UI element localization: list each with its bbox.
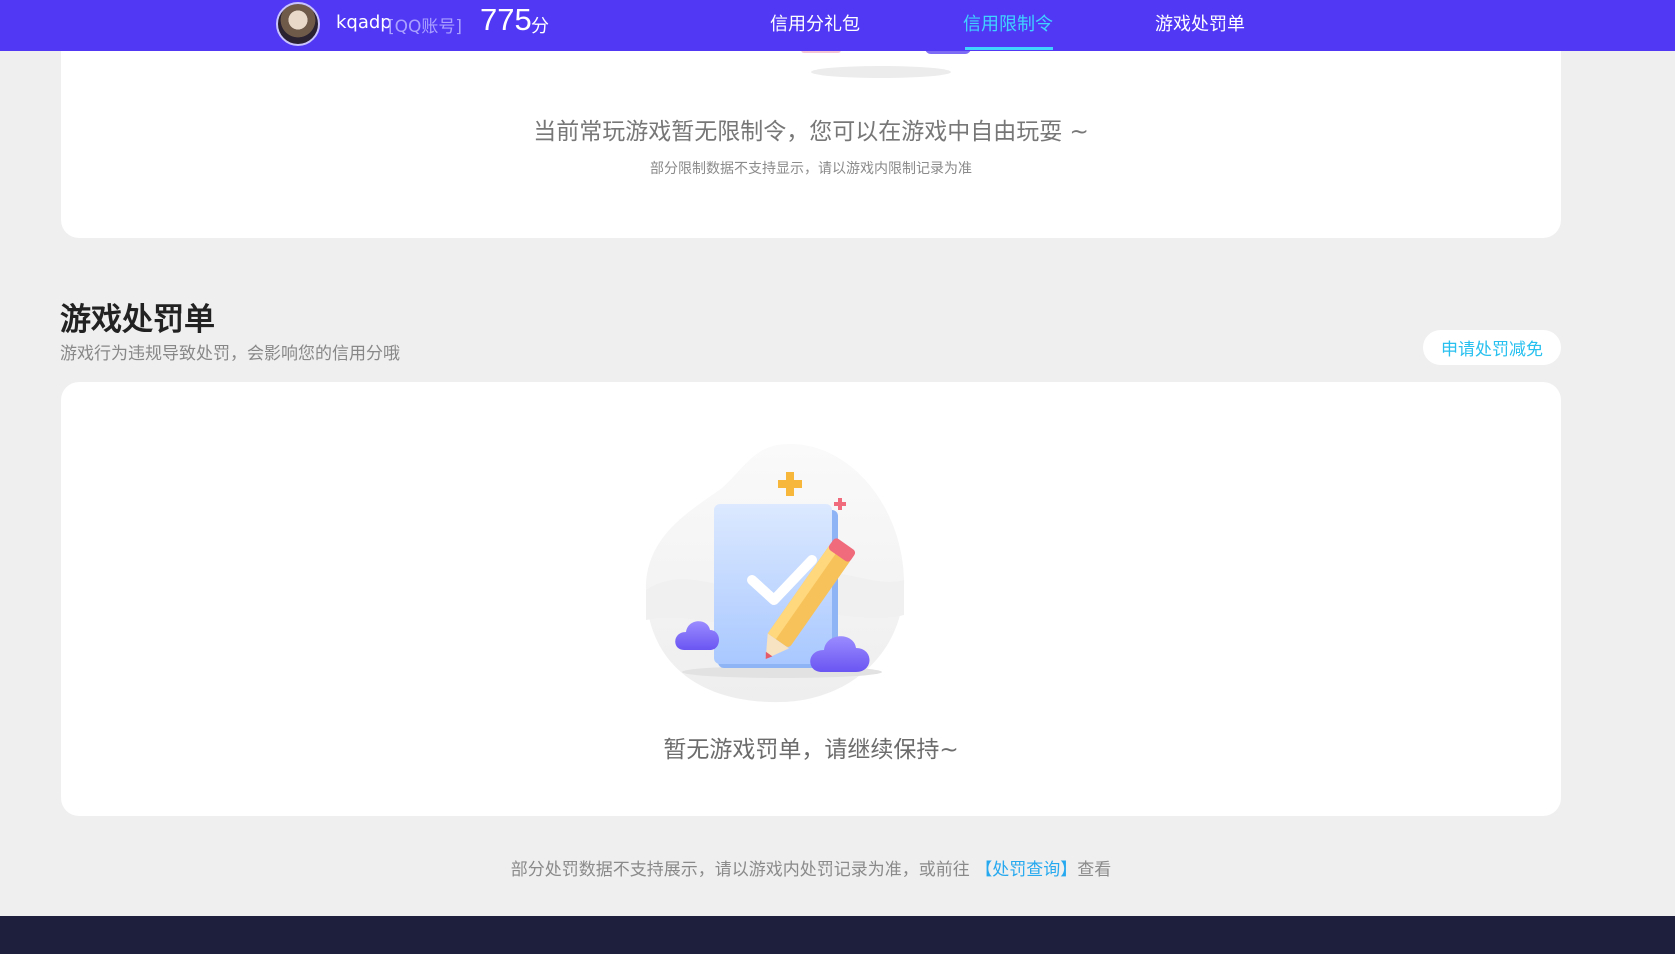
- penalty-section-subtitle: 游戏行为违规导致处罚，会影响您的信用分哦: [60, 344, 400, 364]
- tab-credit-gift[interactable]: 信用分礼包: [770, 10, 860, 36]
- apply-penalty-reduction-button[interactable]: 申请处罚减免: [1423, 330, 1561, 365]
- penalty-empty-text: 暂无游戏罚单，请继续保持~: [663, 737, 959, 763]
- top-nav-bar: kqadp [QQ账号] 775 分 信用分礼包 信用限制令 游戏处罚单: [0, 0, 1675, 51]
- account-type-label: [QQ账号]: [388, 17, 463, 37]
- penalty-section-title: 游戏处罚单: [60, 302, 215, 338]
- penalty-query-link[interactable]: 【处罚查询】: [975, 860, 1077, 880]
- page-footer: [0, 916, 1675, 954]
- restriction-empty-title: 当前常玩游戏暂无限制令，您可以在游戏中自由玩耍 ~: [533, 119, 1089, 145]
- footer-note: 部分处罚数据不支持展示，请以游戏内处罚记录为准，或前往 【处罚查询】查看: [0, 855, 1622, 880]
- active-tab-indicator: [965, 47, 1053, 50]
- restriction-empty-note: 部分限制数据不支持显示，请以游戏内限制记录为准: [650, 161, 972, 177]
- footer-note-text: 部分处罚数据不支持展示，请以游戏内处罚记录为准，或前往: [510, 860, 970, 880]
- avatar[interactable]: [276, 2, 320, 46]
- footer-note-suffix: 查看: [1077, 860, 1112, 880]
- credit-score: 775: [480, 2, 532, 37]
- user-name: kqadp: [336, 12, 392, 33]
- tab-game-penalty[interactable]: 游戏处罚单: [1155, 10, 1245, 36]
- score-unit: 分: [531, 16, 549, 37]
- empty-penalty-illustration: [645, 443, 905, 703]
- tab-credit-restriction[interactable]: 信用限制令: [963, 10, 1053, 36]
